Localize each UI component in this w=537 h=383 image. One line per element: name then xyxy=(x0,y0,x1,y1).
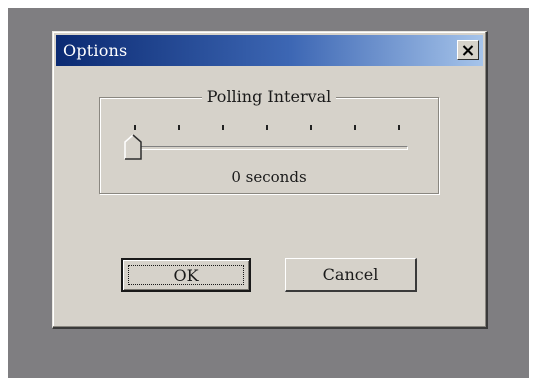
dialog-title: Options xyxy=(63,41,128,60)
slider-tick xyxy=(134,125,136,130)
dialog-titlebar[interactable]: Options xyxy=(56,35,483,66)
close-button[interactable] xyxy=(457,40,479,60)
slider-tick xyxy=(310,125,312,130)
close-icon xyxy=(462,44,474,56)
polling-interval-slider-track[interactable] xyxy=(132,146,408,150)
polling-interval-value: 0 seconds xyxy=(231,168,307,186)
slider-tick xyxy=(266,125,268,130)
slider-tick xyxy=(398,125,400,130)
slider-thumb-icon[interactable] xyxy=(124,134,142,160)
cancel-button[interactable]: Cancel xyxy=(285,258,417,292)
slider-tick xyxy=(178,125,180,130)
slider-tick xyxy=(354,125,356,130)
slider-tick xyxy=(222,125,224,130)
ok-button-label: OK xyxy=(173,265,199,285)
options-dialog: Options Polling Interval 0 seconds OK Ca… xyxy=(52,31,488,329)
polling-interval-group: Polling Interval 0 seconds xyxy=(99,87,439,194)
cancel-button-label: Cancel xyxy=(322,265,379,284)
polling-interval-label: Polling Interval xyxy=(201,87,337,106)
ok-button[interactable]: OK xyxy=(121,258,251,292)
